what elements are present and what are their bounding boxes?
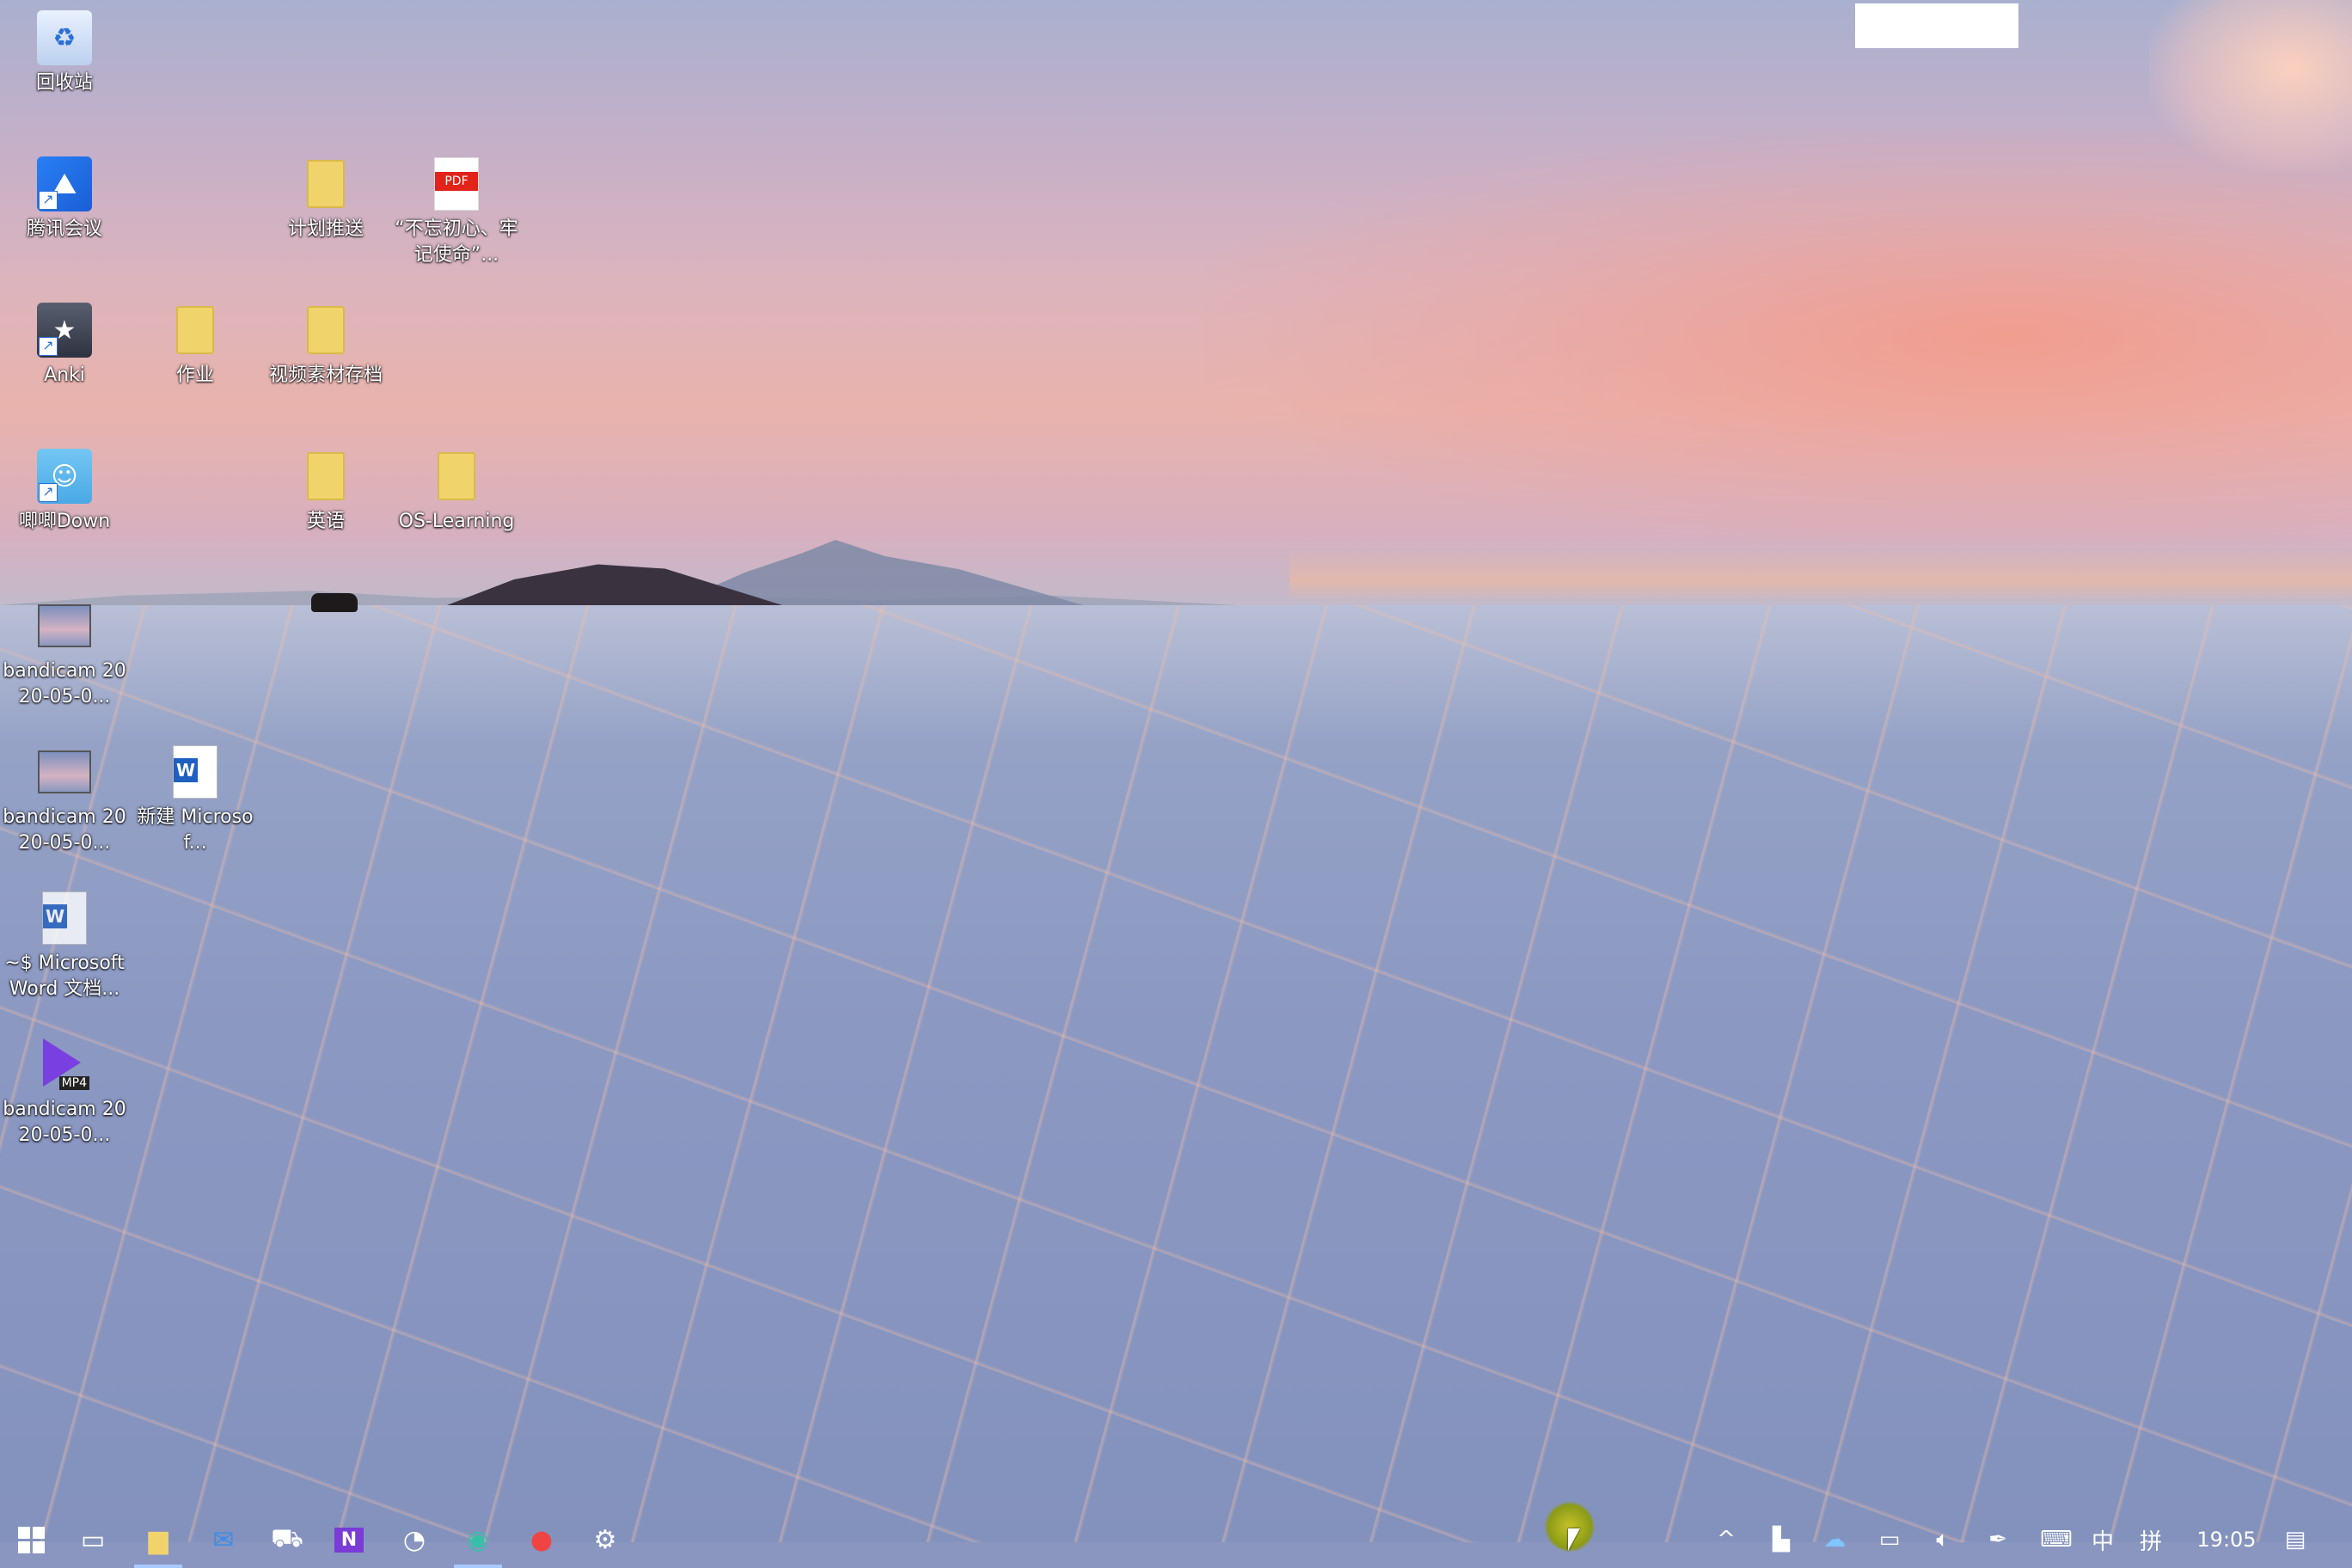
desktop-icon-recycle-bin[interactable]: ♻ 回收站 (0, 5, 129, 134)
desktop-icon-jijidown[interactable]: ☺ ↗ 唧唧Down (0, 444, 129, 573)
taskbar-app-10[interactable]: ⚙ (574, 1511, 636, 1568)
recycle-bin-icon: ♻ (37, 10, 92, 65)
tray-app-cloud[interactable]: ☁ (1814, 1511, 1855, 1568)
mail-icon: ✉ (212, 1524, 235, 1555)
taskbar-clock[interactable]: 19:05 (2184, 1511, 2269, 1568)
file-explorer-button[interactable]: ▆ (127, 1511, 189, 1568)
desktop-icon-label: OS-Learning (398, 511, 515, 532)
desktop-icon-label: 计划推送 (287, 218, 364, 240)
word-document-icon: W (168, 744, 223, 799)
folder-icon (298, 156, 353, 211)
desktop-icon-label: bandicam 2020-05-0... (3, 806, 126, 854)
desktop-icon-label: “不忘初心、牢记使命”... (395, 218, 518, 266)
folder-icon (298, 303, 353, 358)
desktop-icon-label: 作业 (175, 364, 214, 386)
mp4-file-icon: MP4 (37, 1037, 92, 1092)
cloud-icon: ☁ (1823, 1527, 1846, 1553)
edge-button[interactable]: ◉ (447, 1511, 509, 1568)
desktop-icon-folder-plan[interactable]: 计划推送 (261, 151, 390, 280)
taskbar: ▭ ▆ ✉ ⛟ N ◔ ◉ ● ⚙ ^ ▙ ☁ ▭ 🔈︎ ✒ ⌨ 中 拼 19:… (0, 1511, 2352, 1568)
car (311, 593, 358, 612)
chevron-up-icon: ^ (1717, 1527, 1736, 1553)
desktop-icon-label: 视频素材存档 (268, 364, 383, 386)
touch-keyboard-button[interactable]: ⌨ (2029, 1511, 2084, 1568)
show-hidden-icons-button[interactable]: ^ (1706, 1511, 1747, 1568)
onenote-icon: N (334, 1527, 364, 1553)
desktop-icon-label: 英语 (306, 511, 345, 532)
desktop-icon-bandicam-1[interactable]: bandicam 2020-05-0... (0, 593, 129, 722)
word-document-icon: W (37, 891, 92, 946)
salt-flat-ground (0, 605, 2352, 1542)
desktop-icon-folder-os-learning[interactable]: OS-Learning (392, 444, 521, 573)
pdf-file-icon: PDF (429, 156, 484, 211)
folder-icon (168, 303, 223, 358)
taskbar-app-7[interactable]: ◔ (383, 1511, 445, 1568)
start-button[interactable] (0, 1511, 62, 1568)
desktop-icon-label: 腾讯会议 (26, 218, 102, 240)
blank-white-rectangle (1855, 3, 2018, 48)
speaker-icon: 🔈︎ (1936, 1526, 1950, 1553)
desktop-icon-tencent-meeting[interactable]: ⛰ ↗ 腾讯会议 (0, 151, 129, 280)
action-center-button[interactable]: ▤ (2269, 1511, 2321, 1568)
app-icon: ● (530, 1524, 554, 1555)
battery-button[interactable]: ▭ (1869, 1511, 1910, 1568)
task-view-button[interactable]: ▭ (62, 1511, 124, 1568)
app-icon: ⛟ (271, 1522, 303, 1553)
folder-icon (298, 449, 353, 504)
desktop-icon-folder-video-archive[interactable]: 视频素材存档 (261, 297, 390, 426)
tray-app-bookmark[interactable]: ▙ (1761, 1511, 1802, 1568)
desktop-icon-label: 新建 Microsof... (137, 806, 254, 854)
taskbar-app-5[interactable]: ⛟ (256, 1511, 318, 1568)
desktop-icon-pdf[interactable]: PDF “不忘初心、牢记使命”... (392, 151, 521, 280)
taskbar-app-9[interactable]: ● (511, 1511, 573, 1568)
desktop-icon-label: bandicam 2020-05-0... (3, 660, 126, 707)
desktop-icon-label: ~$ Microsoft Word 文档... (4, 952, 125, 1000)
desktop-icon-folder-english[interactable]: 英语 (261, 444, 390, 573)
ime-language-button[interactable]: 中 (2086, 1511, 2120, 1568)
ime-mode-button[interactable]: 拼 (2132, 1511, 2170, 1568)
volume-button[interactable]: 🔈︎ (1922, 1511, 1963, 1568)
task-view-icon: ▭ (80, 1524, 106, 1555)
anki-icon: ★ ↗ (37, 303, 92, 358)
desktop-icon-bandicam-2[interactable]: bandicam 2020-05-0... (0, 739, 129, 868)
tencent-meeting-icon: ⛰ ↗ (37, 156, 92, 211)
folder-icon: ▆ (148, 1524, 168, 1555)
desktop-icon-folder-homework[interactable]: 作业 (131, 297, 260, 426)
horizon-glow (1289, 550, 2352, 602)
video-thumbnail-icon (37, 744, 92, 799)
app-icon: ⚙ (593, 1524, 617, 1555)
folder-icon (429, 449, 484, 504)
desktop-icon-bandicam-mp4[interactable]: MP4 bandicam 2020-05-0... (0, 1032, 129, 1161)
bookmark-icon: ▙ (1773, 1527, 1790, 1553)
mail-button[interactable]: ✉ (193, 1511, 254, 1568)
desktop-icon-label: 回收站 (35, 72, 93, 94)
desktop-icon-new-word-doc[interactable]: W 新建 Microsof... (131, 739, 260, 868)
onenote-button[interactable]: N (318, 1511, 380, 1568)
battery-icon: ▭ (1878, 1527, 1901, 1553)
keyboard-icon: ⌨ (2040, 1527, 2073, 1553)
jijidown-icon: ☺ ↗ (37, 449, 92, 504)
app-icon: ◔ (402, 1524, 426, 1555)
cloud (2149, 0, 2352, 172)
pen-workspace-button[interactable]: ✒ (1977, 1511, 2018, 1568)
pen-icon: ✒ (1988, 1527, 2007, 1553)
desktop-icon-anki[interactable]: ★ ↗ Anki (0, 297, 129, 426)
edge-icon: ◉ (466, 1524, 490, 1555)
sky-glow (1204, 129, 2352, 542)
desktop-icon-label: 唧唧Down (18, 511, 111, 532)
mouse-cursor (1568, 1528, 1580, 1551)
notification-icon: ▤ (2284, 1527, 2306, 1553)
desktop-icon-label: Anki (44, 364, 85, 386)
desktop-icon-temp-word-doc[interactable]: W ~$ Microsoft Word 文档... (0, 885, 129, 1014)
video-thumbnail-icon (37, 598, 92, 653)
desktop-icon-label: bandicam 2020-05-0... (3, 1099, 126, 1146)
windows-logo-icon (17, 1526, 45, 1553)
